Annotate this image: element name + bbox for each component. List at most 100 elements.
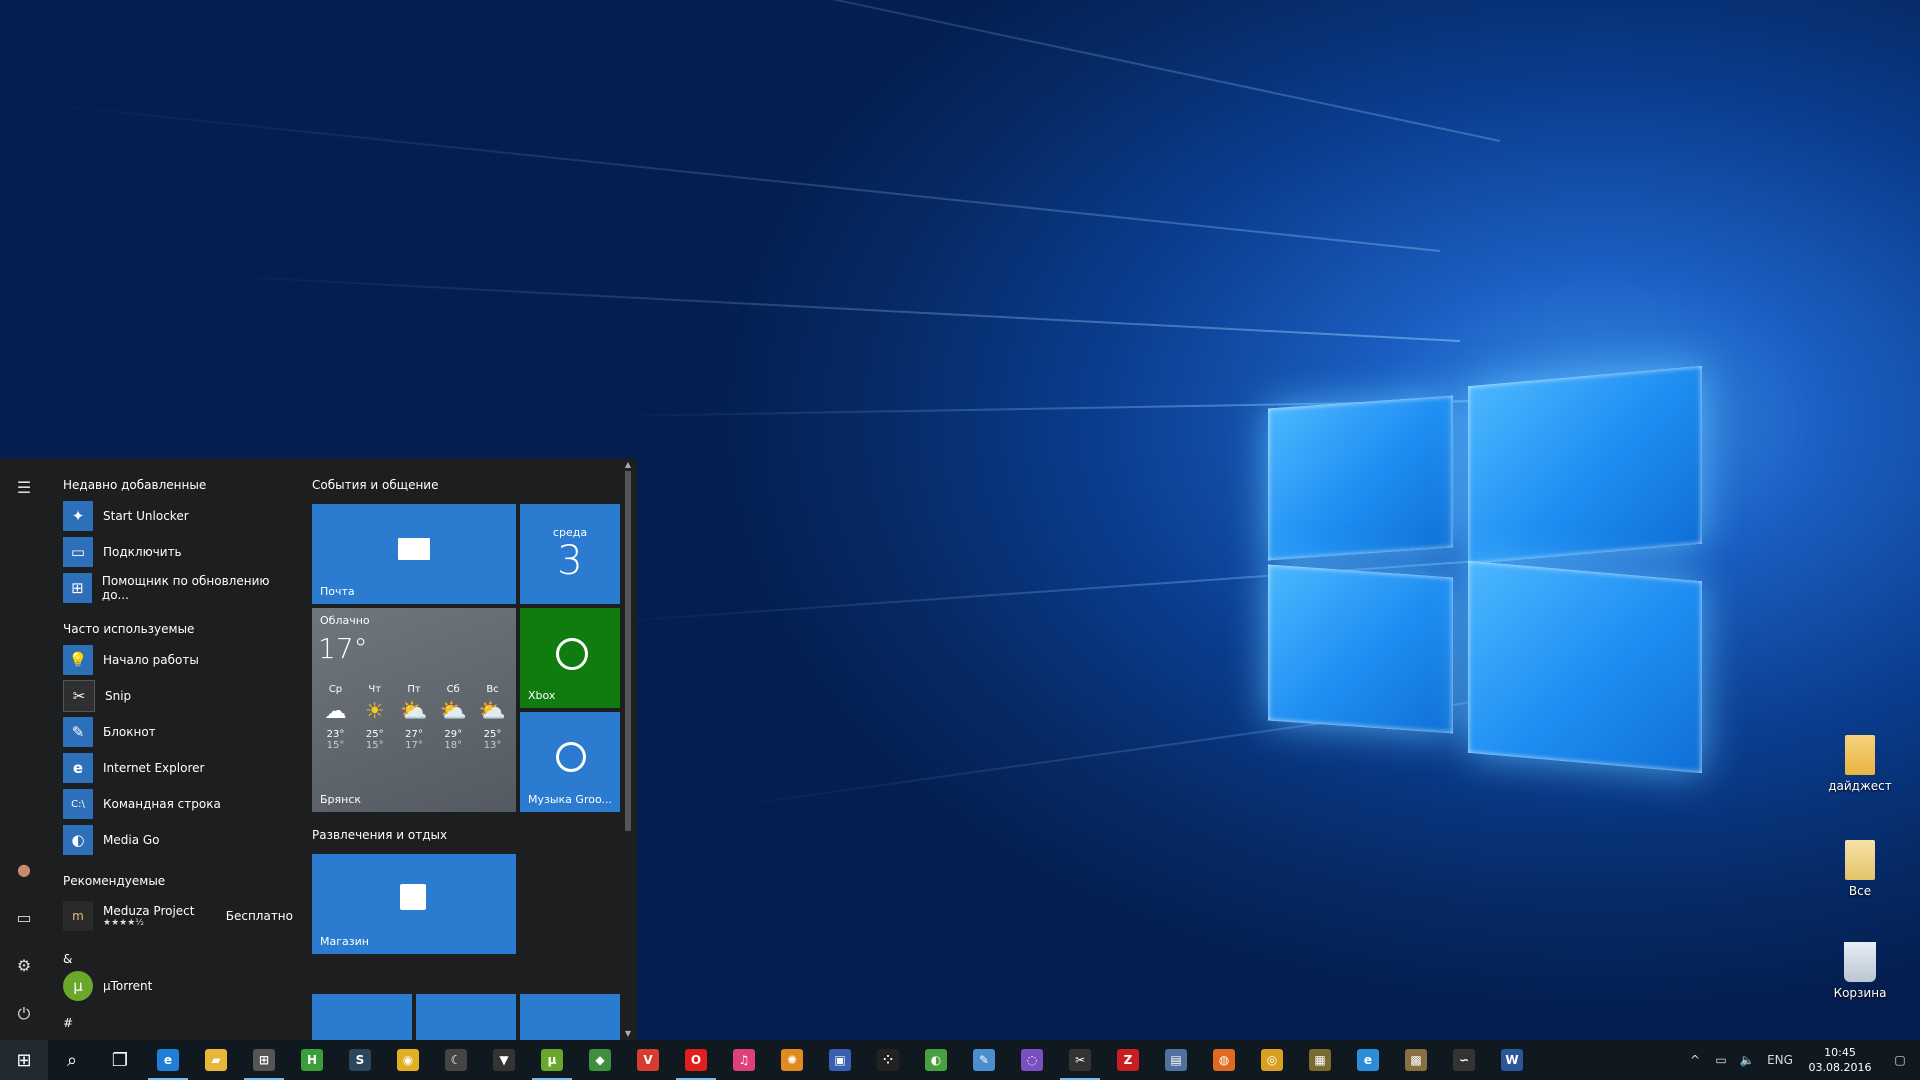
taskbar-app-word[interactable]: W <box>1488 1040 1536 1080</box>
scroll-thumb[interactable] <box>625 471 631 831</box>
power-icon[interactable]: ⏻ <box>12 1002 36 1026</box>
taskbar-app-app-duck[interactable]: ◉ <box>384 1040 432 1080</box>
mail-icon <box>398 538 430 560</box>
app-snip[interactable]: ✂ Snip <box>63 680 293 712</box>
taskbar-app-edge[interactable]: e <box>144 1040 192 1080</box>
ie-icon: e <box>63 753 93 783</box>
tile-mail[interactable]: Почта <box>312 504 516 604</box>
clock[interactable]: 10:45 03.08.2016 <box>1800 1045 1880 1075</box>
app-notepad[interactable]: ✎ Блокнот <box>63 716 293 748</box>
taskbar-app-tor[interactable]: ◌ <box>1008 1040 1056 1080</box>
taskbar-app-steam[interactable]: S <box>336 1040 384 1080</box>
taskbar-app-firefox[interactable]: ◍ <box>1200 1040 1248 1080</box>
taskbar-app-utorrent[interactable]: µ <box>528 1040 576 1080</box>
taskbar-app-filezilla[interactable]: Z <box>1104 1040 1152 1080</box>
taskbar-app-vivaldi[interactable]: V <box>624 1040 672 1080</box>
user-avatar-icon[interactable]: ● <box>12 858 36 882</box>
connect-icon: ▭ <box>63 537 93 567</box>
taskbar-app-app-gear[interactable]: ✺ <box>768 1040 816 1080</box>
taskbar-app-store[interactable]: ⊞ <box>240 1040 288 1080</box>
desktop-icon-digest[interactable]: дайджест <box>1815 735 1905 793</box>
app-command-prompt[interactable]: C:\ Командная строка <box>63 788 293 820</box>
tile-store[interactable]: Магазин <box>312 854 516 954</box>
forecast-day: Пт ⛅ 27° 17° <box>395 684 434 751</box>
word-icon: W <box>1501 1049 1523 1071</box>
taskbar-app-h-app[interactable]: H <box>288 1040 336 1080</box>
app-monitor-icon: ▣ <box>829 1049 851 1071</box>
app-upgrade-assistant[interactable]: ⊞ Помощник по обновлению до... <box>63 572 293 604</box>
section-hash: # <box>63 1016 74 1030</box>
app-internet-explorer[interactable]: e Internet Explorer <box>63 752 293 784</box>
app-utorrent[interactable]: µ µTorrent <box>63 970 293 1002</box>
tiles-area: События и общение Почта среда 3 Облачно … <box>312 458 622 1040</box>
groove-disc-icon <box>556 742 586 772</box>
search-icon: ⌕ <box>66 1049 78 1071</box>
desktop-icon-all[interactable]: Все <box>1815 840 1905 898</box>
tile-partial-1[interactable] <box>312 994 412 1040</box>
hamburger-menu-icon[interactable]: ☰ <box>12 476 36 500</box>
chevron-up-icon[interactable]: ^ <box>1682 1053 1708 1067</box>
volume-icon[interactable]: 🔈 <box>1734 1053 1760 1067</box>
wand-icon: ✦ <box>63 501 93 531</box>
app-start-unlocker[interactable]: ✦ Start Unlocker <box>63 500 293 532</box>
taskbar-app-app-photo[interactable]: ▩ <box>1392 1040 1440 1080</box>
desktop-icon-recycle-bin[interactable]: Корзина <box>1815 942 1905 1000</box>
taskbar-app-opera[interactable]: O <box>672 1040 720 1080</box>
taskbar-app-app-monitor[interactable]: ▣ <box>816 1040 864 1080</box>
app-connect[interactable]: ▭ Подключить <box>63 536 293 568</box>
start-button[interactable]: ⊞ <box>0 1040 48 1080</box>
taskbar-app-app-crescent[interactable]: ☾ <box>432 1040 480 1080</box>
network-icon[interactable]: ▭ <box>1708 1053 1734 1067</box>
app-media-go[interactable]: ◐ Media Go <box>63 824 293 856</box>
tile-xbox[interactable]: Xbox <box>520 608 620 708</box>
opera-icon: O <box>685 1049 707 1071</box>
tile-calendar[interactable]: среда 3 <box>520 504 620 604</box>
store-icon: ⊞ <box>253 1049 275 1071</box>
cloud-icon: ☁ <box>324 699 347 724</box>
documents-icon[interactable]: ▭ <box>12 906 36 930</box>
tile-groove-music[interactable]: Музыка Groo... <box>520 712 620 812</box>
tiles-scrollbar[interactable]: ▲ ▼ <box>623 460 633 1038</box>
scroll-down-arrow-icon[interactable]: ▼ <box>623 1029 633 1038</box>
forecast-day: Вс ⛅ 25° 13° <box>473 684 512 751</box>
steam-icon: S <box>349 1049 371 1071</box>
app-gear-icon: ✺ <box>781 1049 803 1071</box>
search-button[interactable]: ⌕ <box>48 1040 96 1080</box>
rating-stars: ★★★★½ <box>103 918 144 928</box>
taskbar-app-blackberry[interactable]: ⁘ <box>864 1040 912 1080</box>
taskbar-app-app-doc[interactable]: ▤ <box>1152 1040 1200 1080</box>
tile-partial-3[interactable] <box>520 994 620 1040</box>
tile-weather[interactable]: Облачно 17° Ср ☁ 23° 15° Чт ☀ 25° 15° Пт… <box>312 608 516 812</box>
taskbar-app-itunes[interactable]: ♫ <box>720 1040 768 1080</box>
taskbar-app-chrome[interactable]: ◎ <box>1248 1040 1296 1080</box>
language-indicator[interactable]: ENG <box>1760 1053 1800 1067</box>
tor-icon: ◌ <box>1021 1049 1043 1071</box>
h-app-icon: H <box>301 1049 323 1071</box>
app-get-started[interactable]: 💡 Начало работы <box>63 644 293 676</box>
taskbar-app-snip[interactable]: ✂ <box>1056 1040 1104 1080</box>
scissors-icon: ✂ <box>63 680 95 712</box>
taskbar: ⊞ ⌕ ❐ e ▰ ⊞ H S ◉ ☾ ▼ µ ◆ V O ♫ ✺ ▣ ⁘ ◐ ✎ ◌ ✂ Z ▤ ◍ ◎ ▦ e ▩ ∽ W ^ ▭ … <box>0 1040 1920 1080</box>
app-meduza-project[interactable]: m Meduza Project ★★★★½ Бесплатно <box>63 896 293 936</box>
taskbar-app-app-fox[interactable]: ▼ <box>480 1040 528 1080</box>
media-go-icon: ◐ <box>925 1049 947 1071</box>
folder-docs-icon <box>1845 840 1875 880</box>
chrome-icon: ◎ <box>1261 1049 1283 1071</box>
taskbar-app-ie[interactable]: e <box>1344 1040 1392 1080</box>
task-view-button[interactable]: ❐ <box>96 1040 144 1080</box>
tile-partial-2[interactable] <box>416 994 516 1040</box>
taskbar-app-app-green[interactable]: ◆ <box>576 1040 624 1080</box>
windows-icon: ⊞ <box>63 573 92 603</box>
taskbar-app-media-go[interactable]: ◐ <box>912 1040 960 1080</box>
explorer-icon: ▰ <box>205 1049 227 1071</box>
settings-gear-icon[interactable]: ⚙ <box>12 954 36 978</box>
taskbar-app-notepad[interactable]: ✎ <box>960 1040 1008 1080</box>
group-events: События и общение <box>312 478 439 492</box>
scroll-up-arrow-icon[interactable]: ▲ <box>623 460 633 469</box>
taskbar-app-app-box[interactable]: ▦ <box>1296 1040 1344 1080</box>
taskbar-app-explorer[interactable]: ▰ <box>192 1040 240 1080</box>
filezilla-icon: Z <box>1117 1049 1139 1071</box>
action-center-icon[interactable]: ▢ <box>1880 1053 1920 1067</box>
taskbar-app-app-swirl[interactable]: ∽ <box>1440 1040 1488 1080</box>
section-recent: Недавно добавленные <box>63 478 207 492</box>
